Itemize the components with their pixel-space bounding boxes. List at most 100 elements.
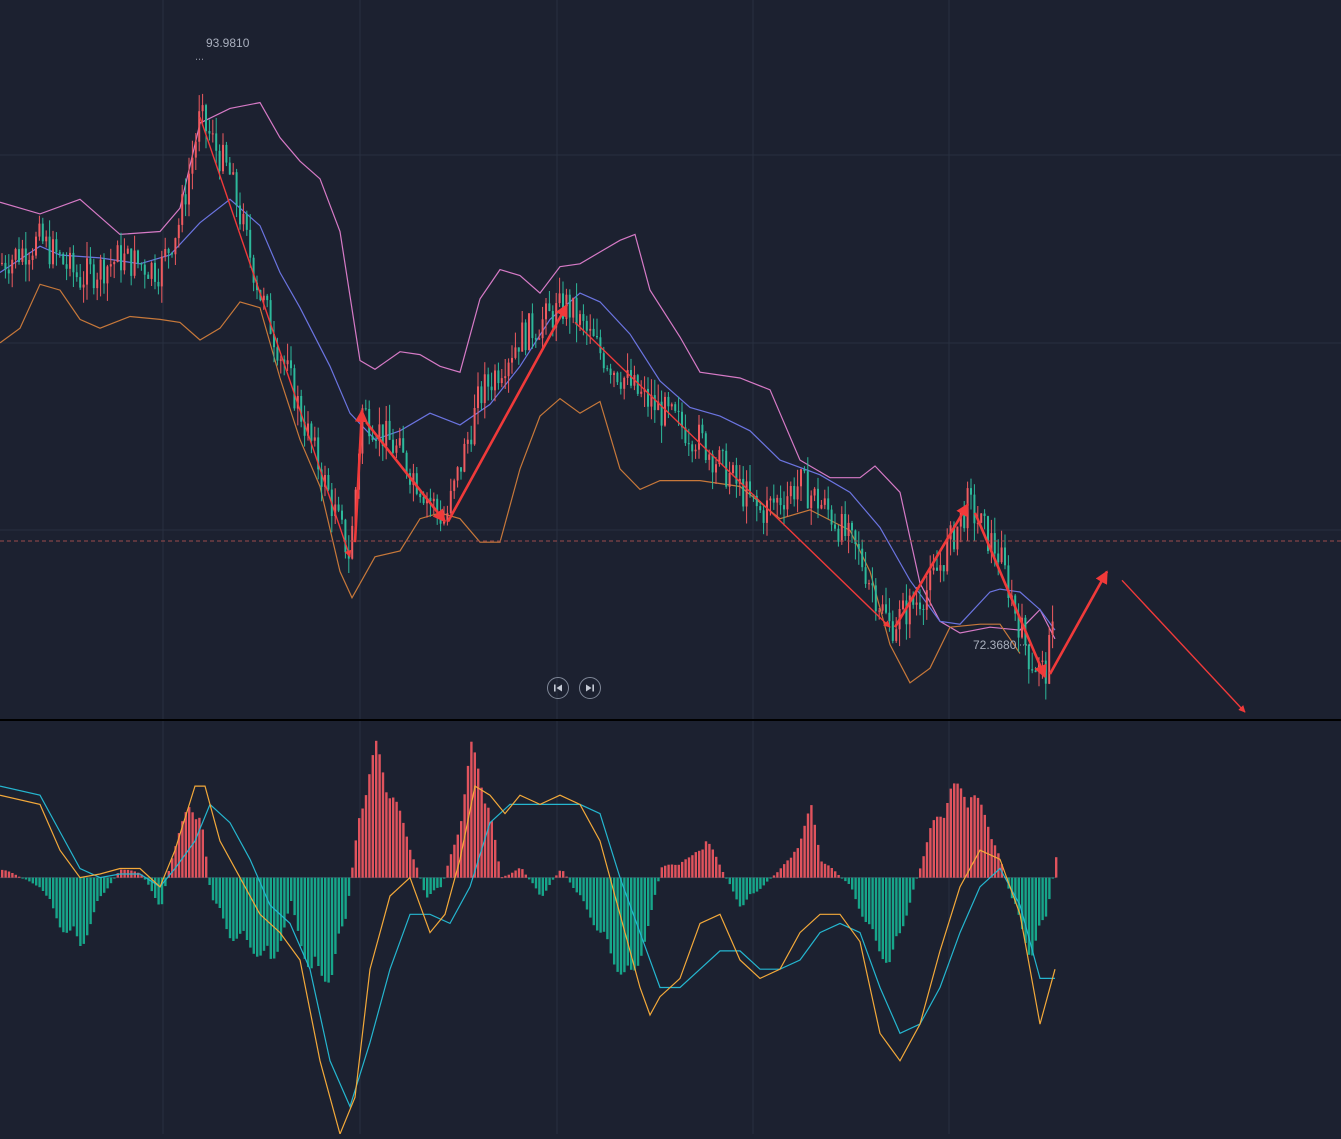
- histogram-bar: [942, 817, 946, 878]
- candle-body: [103, 259, 105, 284]
- candle-body: [932, 567, 935, 571]
- histogram-bar: [103, 877, 106, 893]
- chart-area[interactable]: 93.9810 72.3680: [0, 0, 1341, 1136]
- candle-body: [225, 144, 228, 163]
- histogram-bar: [500, 877, 504, 879]
- candle-body: [868, 583, 870, 585]
- candle-body: [72, 252, 75, 273]
- candle-body: [21, 248, 24, 262]
- candle-body: [504, 376, 507, 379]
- candle-body: [198, 111, 201, 142]
- histogram-bar: [313, 877, 317, 957]
- candle-body: [776, 497, 779, 503]
- histogram-bar: [96, 877, 99, 901]
- histogram-bar: [922, 856, 925, 878]
- histogram-bar: [1055, 857, 1058, 878]
- candle-body: [701, 424, 704, 434]
- histogram-bar: [310, 877, 313, 969]
- histogram-bar: [908, 877, 912, 903]
- candle-body: [337, 504, 340, 511]
- candle-body: [466, 439, 469, 444]
- histogram-bar: [1024, 877, 1027, 944]
- candle-body: [847, 522, 850, 536]
- candle-body: [742, 478, 745, 507]
- candle-body: [548, 303, 551, 311]
- candle-body: [793, 486, 796, 500]
- candle-body: [963, 512, 966, 529]
- histogram-bar: [915, 877, 918, 879]
- histogram-bar: [789, 857, 793, 878]
- candle-body: [310, 423, 313, 441]
- candle-body: [242, 213, 245, 225]
- histogram-bar: [647, 877, 650, 926]
- histogram-bar: [371, 755, 374, 878]
- histogram-bar: [919, 868, 922, 878]
- histogram-bar: [769, 877, 772, 879]
- histogram-bar: [157, 877, 160, 905]
- candle-body: [558, 293, 561, 304]
- histogram-bar: [956, 783, 959, 878]
- candle-body: [432, 498, 435, 502]
- candle-body: [704, 433, 707, 460]
- candle-body: [279, 359, 282, 361]
- histogram-bar: [381, 772, 385, 878]
- candle-body: [823, 498, 826, 505]
- candle-body: [398, 438, 401, 446]
- trend-arrow: [1048, 570, 1109, 675]
- scroll-to-start-button[interactable]: [547, 677, 569, 699]
- histogram-bar: [497, 861, 500, 878]
- candle-body: [174, 238, 177, 255]
- candle-body: [1004, 547, 1006, 566]
- histogram-bar: [446, 865, 449, 878]
- candle-body: [905, 600, 908, 625]
- candle-body: [827, 498, 830, 510]
- histogram-bar: [317, 877, 320, 966]
- histogram-bar: [827, 865, 830, 878]
- scroll-to-end-button[interactable]: [579, 677, 601, 699]
- histogram-bar: [92, 877, 96, 913]
- histogram-bar: [657, 877, 660, 882]
- candle-body: [419, 493, 422, 498]
- candle-body: [844, 514, 847, 536]
- candle-body: [514, 347, 517, 358]
- histogram-bar: [283, 877, 286, 928]
- candle-body: [1031, 669, 1034, 671]
- histogram-bar: [691, 855, 694, 878]
- histogram-bar: [701, 849, 704, 878]
- histogram-bar: [551, 877, 555, 880]
- histogram-bar: [851, 877, 854, 890]
- histogram-bar: [24, 877, 28, 880]
- histogram-bar: [810, 805, 813, 878]
- histogram-bar: [670, 864, 674, 878]
- histogram-bar: [674, 864, 677, 878]
- candle-body: [735, 465, 738, 484]
- candle-body: [266, 295, 269, 301]
- candle-body: [86, 258, 88, 285]
- candle-body: [745, 481, 748, 507]
- candle-body: [902, 600, 904, 609]
- histogram-bar: [636, 877, 640, 966]
- candle-body: [75, 272, 78, 278]
- histogram-bar: [517, 868, 521, 878]
- candle-body: [194, 141, 197, 158]
- candle-body: [609, 368, 612, 375]
- histogram-bar: [766, 877, 769, 882]
- histogram-bar: [606, 877, 609, 940]
- candle-body: [327, 475, 330, 490]
- histogram-bar: [681, 861, 684, 878]
- histogram-bar: [429, 877, 432, 894]
- histogram-bar: [256, 877, 259, 957]
- histogram-bar: [592, 877, 595, 926]
- candle-body: [188, 173, 190, 205]
- candle-body: [602, 353, 605, 369]
- histogram-bar: [494, 839, 497, 878]
- histogram-bar: [762, 877, 765, 886]
- histogram-bar: [249, 877, 252, 948]
- histogram-bar: [378, 754, 381, 878]
- candle-body: [130, 248, 133, 276]
- middle-band-line: [0, 198, 1056, 631]
- histogram-bar: [1031, 877, 1034, 956]
- histogram-bar: [538, 877, 541, 895]
- histogram-bar: [358, 818, 361, 878]
- candle-body: [854, 530, 857, 544]
